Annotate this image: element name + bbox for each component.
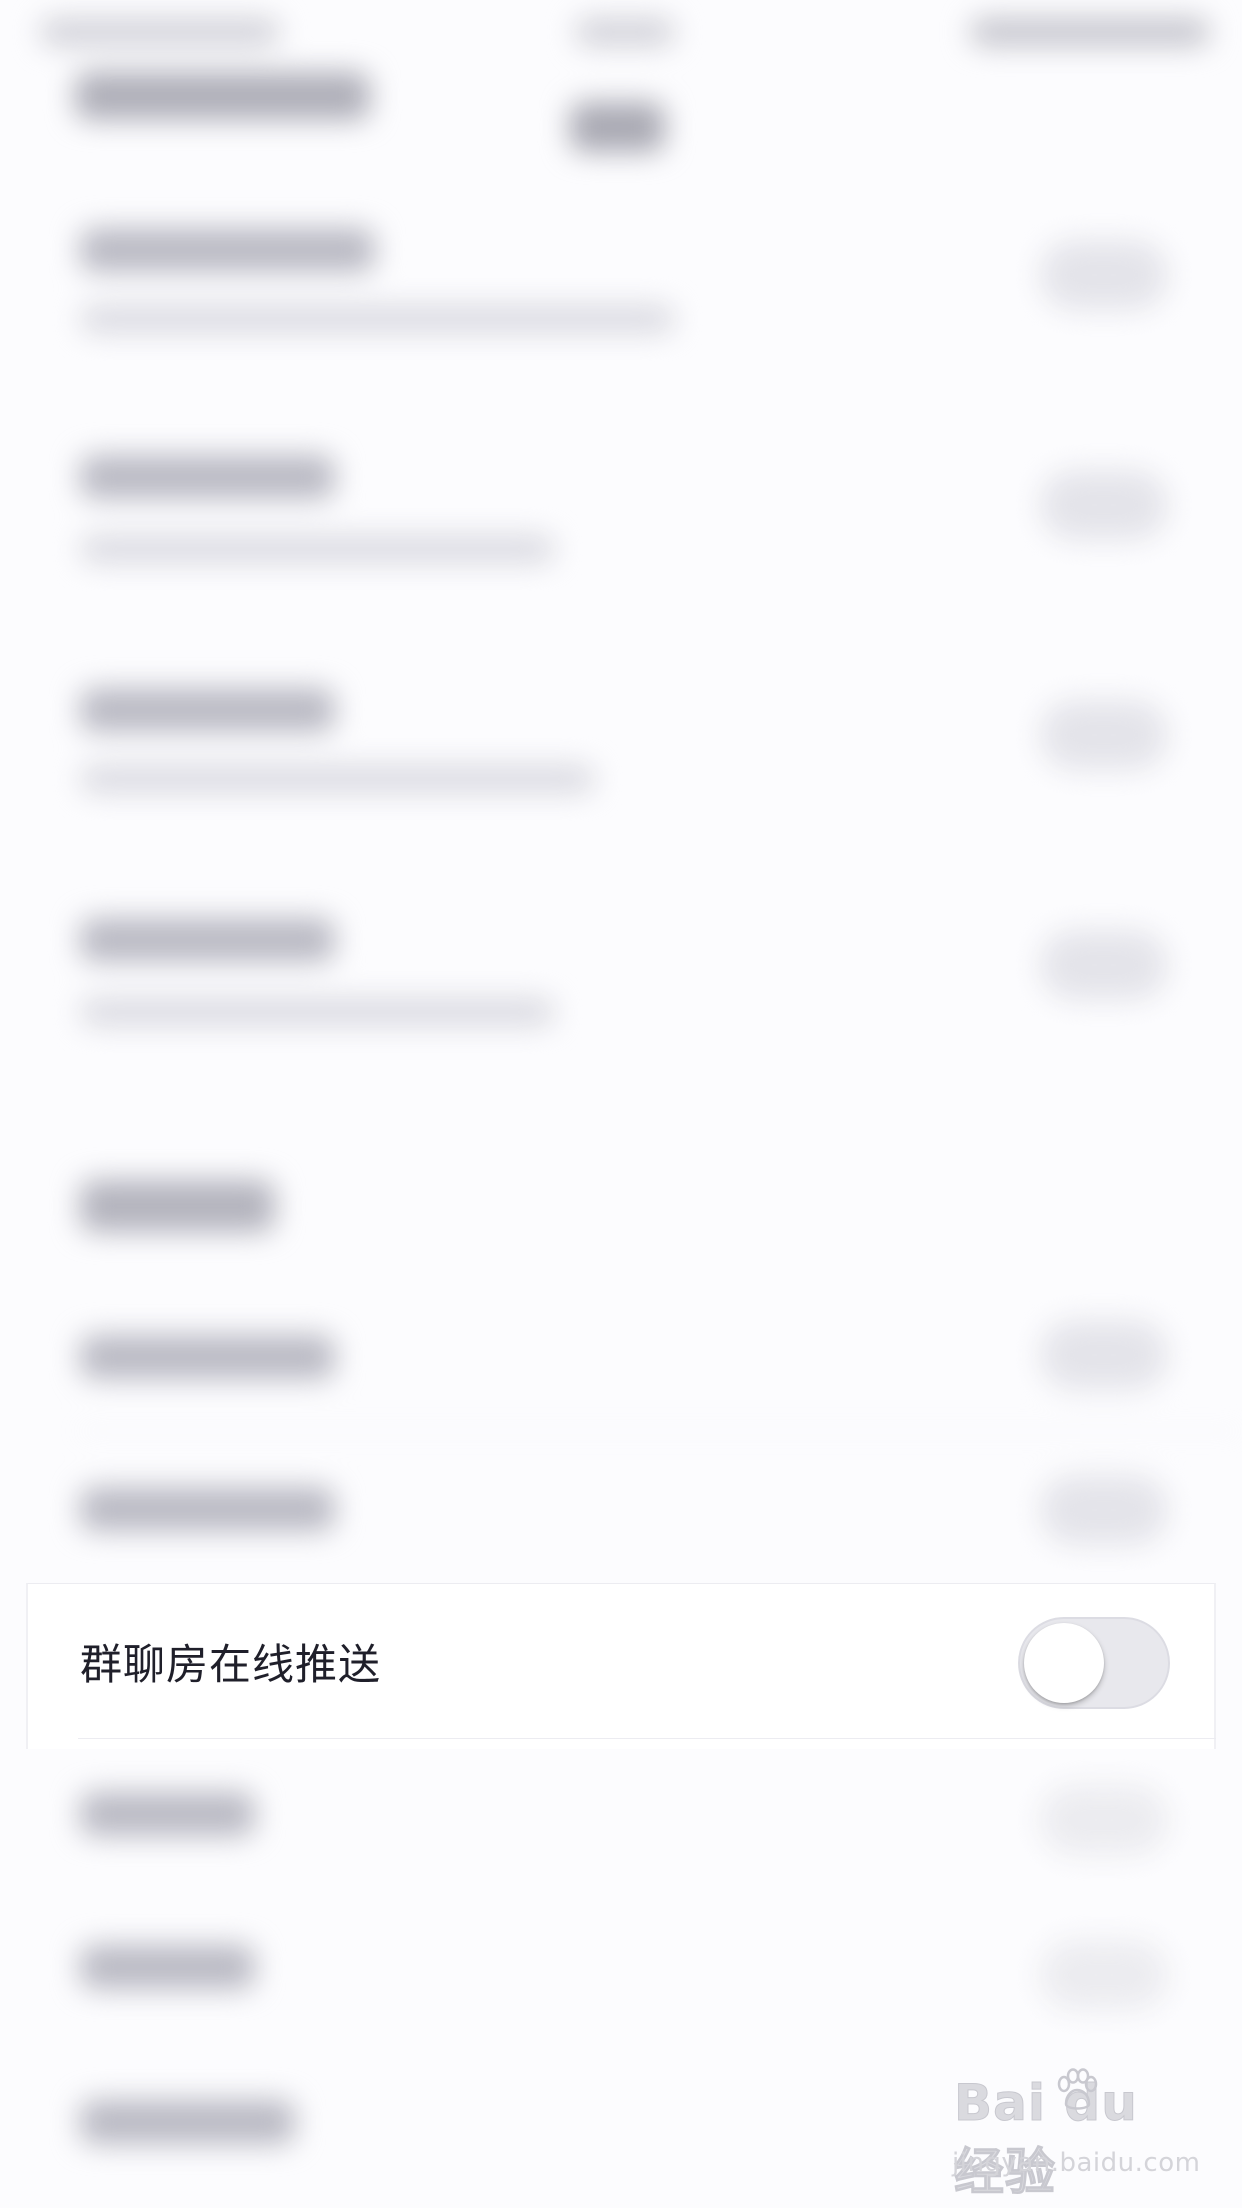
row-title-blur — [80, 688, 335, 732]
watermark-url: jingyan.baidu.com — [952, 2148, 1201, 2178]
row-toggle-blur — [1040, 700, 1168, 770]
status-bar-blur — [970, 18, 1210, 46]
group-chat-online-push-row[interactable]: 群聊房在线推送 — [26, 1583, 1216, 1749]
row-title-blur — [80, 1487, 335, 1531]
row-subtitle-blur — [80, 535, 555, 563]
toggle-knob — [1024, 1623, 1104, 1703]
baidu-jingyan-watermark: Bai du 经验 jingyan.baidu.com — [950, 2068, 1201, 2202]
row-title-blur — [80, 228, 375, 272]
row-subtitle-blur — [80, 765, 595, 793]
row-title-blur — [80, 455, 335, 499]
row-title-blur — [80, 918, 335, 962]
nav-title-blur — [75, 72, 370, 120]
row-divider-blur — [78, 1430, 1242, 1432]
status-bar-blur — [40, 18, 280, 46]
row-subtitle-blur — [80, 998, 555, 1026]
group-chat-online-push-label: 群聊房在线推送 — [80, 1640, 382, 1689]
section-header-blur — [80, 1180, 275, 1232]
row-title-blur — [80, 1792, 255, 1836]
row-subtitle-blur — [80, 305, 675, 333]
row-title-blur — [80, 1335, 335, 1379]
row-toggle-blur — [1040, 240, 1168, 310]
row-toggle-blur — [1040, 1475, 1168, 1545]
row-title-blur — [80, 2100, 295, 2144]
row-toggle-blur — [1040, 1940, 1168, 2010]
status-bar-blur — [575, 18, 675, 46]
row-divider — [78, 1738, 1216, 1739]
row-title-blur — [80, 1945, 255, 1989]
nav-button-blur — [570, 102, 665, 152]
group-chat-online-push-toggle[interactable] — [1018, 1617, 1170, 1709]
paw-icon — [1057, 2068, 1098, 2110]
row-toggle-blur — [1040, 470, 1168, 540]
row-toggle-blur — [1040, 1785, 1168, 1855]
row-toggle-blur — [1040, 1320, 1168, 1390]
row-toggle-blur — [1040, 930, 1168, 1000]
settings-screen: 群聊房在线推送 Bai du 经验 jingyan.baidu.com — [0, 0, 1242, 2208]
blurred-background-content — [0, 0, 1242, 2208]
